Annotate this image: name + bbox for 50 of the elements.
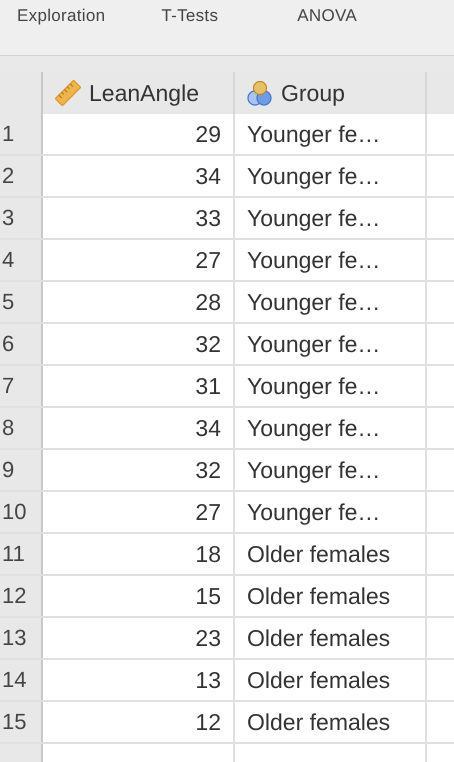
table-cell: 15 xyxy=(43,576,235,616)
table-cell: Older females xyxy=(235,660,427,700)
table-cell: 31 xyxy=(43,366,235,406)
row-number: 6 xyxy=(0,324,43,364)
table-cell: 27 xyxy=(43,240,235,280)
table-cell: 29 xyxy=(43,114,235,154)
column-header[interactable]: Group xyxy=(235,72,427,114)
table-cell: Older females xyxy=(235,618,427,658)
table-cell: 18 xyxy=(43,534,235,574)
row-number: 9 xyxy=(0,450,43,490)
table-cell: 13 xyxy=(43,660,235,700)
row-number: 8 xyxy=(0,408,43,448)
row-number: 12 xyxy=(0,576,43,616)
table-cell: Younger fe… xyxy=(235,156,427,196)
table-cell: Younger fe… xyxy=(235,408,427,448)
table-cell: 34 xyxy=(43,156,235,196)
table-cell: 23 xyxy=(43,618,235,658)
table-cell: Younger fe… xyxy=(235,282,427,322)
row-number: 10 xyxy=(0,492,43,532)
ribbon-tab[interactable]: Exploration xyxy=(17,6,106,26)
ribbon-tab[interactable]: T-Tests xyxy=(161,6,218,26)
table-cell: Younger fe… xyxy=(235,114,427,154)
table-cell: Older females xyxy=(235,702,427,742)
ribbon-tab[interactable]: ANOVA xyxy=(297,6,358,26)
table-cell: 33 xyxy=(43,198,235,238)
table-cell: 28 xyxy=(43,282,235,322)
table-cell: Younger fe… xyxy=(235,324,427,364)
table-cell: Younger fe… xyxy=(235,366,427,406)
table-cell: 27 xyxy=(43,492,235,532)
row-number: 4 xyxy=(0,240,43,280)
row-number: 2 xyxy=(0,156,43,196)
table-cell: Younger fe… xyxy=(235,198,427,238)
table-cell: 34 xyxy=(43,408,235,448)
table-cell: 12 xyxy=(43,702,235,742)
row-number: 14 xyxy=(0,660,43,700)
column-header[interactable]: LeanAngle xyxy=(43,72,235,114)
row-number: 5 xyxy=(0,282,43,322)
table-cell: Older females xyxy=(235,534,427,574)
row-number: 13 xyxy=(0,618,43,658)
row-number: 15 xyxy=(0,702,43,742)
table-cell: Older females xyxy=(235,576,427,616)
table-cell: 32 xyxy=(43,324,235,364)
table-cell: Younger fe… xyxy=(235,450,427,490)
table-cell: Younger fe… xyxy=(235,492,427,532)
row-number: 1 xyxy=(0,114,43,154)
row-number: 11 xyxy=(0,534,43,574)
table-cell: 32 xyxy=(43,450,235,490)
row-number: 3 xyxy=(0,198,43,238)
table-cell: Younger fe… xyxy=(235,240,427,280)
row-number: 7 xyxy=(0,366,43,406)
